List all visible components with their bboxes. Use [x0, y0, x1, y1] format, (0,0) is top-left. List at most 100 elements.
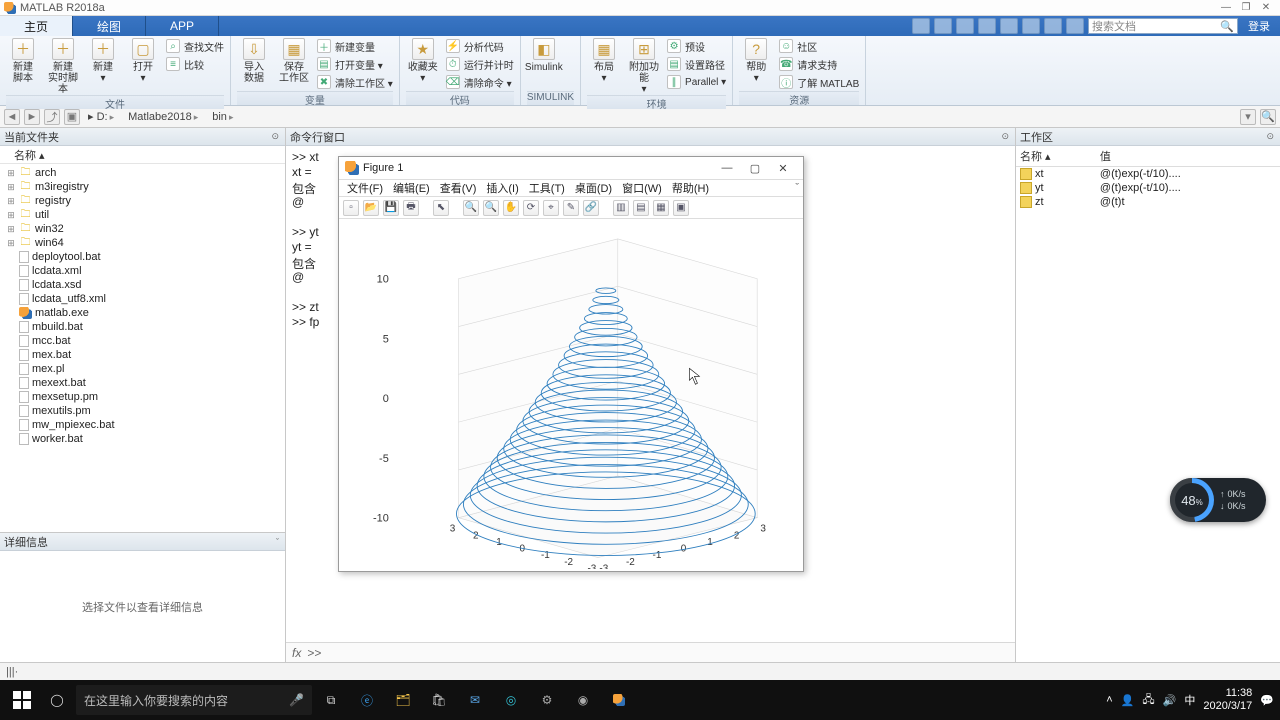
- addr-search-button[interactable]: 🔍: [1260, 109, 1276, 125]
- figure-menu-item-7[interactable]: 帮助(H): [668, 180, 713, 196]
- figure-max-button[interactable]: ▢: [741, 162, 769, 175]
- expand-icon[interactable]: ⊞: [6, 196, 16, 207]
- nav-browse-button[interactable]: ▣: [64, 109, 80, 125]
- obs-icon[interactable]: ◉: [566, 684, 600, 716]
- mic-icon[interactable]: 🎤: [289, 693, 304, 707]
- ribbon-big-3-0[interactable]: ◧Simulink: [527, 38, 561, 73]
- ribbon-small-5-1[interactable]: ☎请求支持: [779, 56, 859, 72]
- ribbon-big-0-2[interactable]: ＋新建▾: [86, 38, 120, 84]
- figure-axes[interactable]: 1050-5-103-32-21-100-11-22-33: [339, 219, 803, 571]
- taskbar-search-input[interactable]: 在这里输入你要搜索的内容 🎤: [76, 685, 312, 715]
- search-docs-input[interactable]: 搜索文档 🔍: [1088, 18, 1238, 34]
- workspace-row[interactable]: zt@(t)t: [1016, 195, 1280, 209]
- addr-dropdown-button[interactable]: ▾: [1240, 109, 1256, 125]
- folder-row[interactable]: ⊞🗀registry: [2, 194, 283, 208]
- nav-fwd-button[interactable]: ►: [24, 109, 40, 125]
- details-collapse-icon[interactable]: ˇ: [274, 537, 281, 547]
- command-prompt-row[interactable]: fx >>: [286, 642, 1015, 662]
- ribbon-big-5-0[interactable]: ?帮助▾: [739, 38, 773, 84]
- expand-icon[interactable]: ⊞: [6, 238, 16, 249]
- link-icon[interactable]: 🔗: [583, 200, 599, 216]
- login-button[interactable]: 登录: [1242, 18, 1276, 34]
- figure-min-button[interactable]: —: [713, 162, 741, 174]
- figure-window[interactable]: Figure 1 — ▢ ✕ 文件(F)编辑(E)查看(V)插入(I)工具(T)…: [338, 156, 804, 572]
- figure-menu-item-5[interactable]: 桌面(D): [571, 180, 616, 196]
- ws-col-value[interactable]: 值: [1096, 146, 1280, 167]
- file-row[interactable]: lcdata.xsd: [2, 278, 283, 292]
- breadcrumb-part-0[interactable]: Matlabe2018: [124, 111, 204, 123]
- file-row[interactable]: matlab.exe: [2, 306, 283, 320]
- file-row[interactable]: lcdata.xml: [2, 264, 283, 278]
- taskview-icon[interactable]: ⧉: [314, 684, 348, 716]
- folder-row[interactable]: ⊞🗀win32: [2, 222, 283, 236]
- folder-row[interactable]: ⊞🗀arch: [2, 166, 283, 180]
- file-row[interactable]: mex.pl: [2, 362, 283, 376]
- file-row[interactable]: mw_mpiexec.bat: [2, 418, 283, 432]
- figure-menu-item-3[interactable]: 插入(I): [482, 180, 522, 196]
- ribbon-small-1-0[interactable]: ＋新建变量: [317, 38, 393, 54]
- panel-menu-icon[interactable]: ⊙: [269, 131, 281, 142]
- tray-ime-icon[interactable]: 中: [1184, 692, 1195, 708]
- cmd-menu-icon[interactable]: ⊙: [999, 131, 1011, 142]
- figure-menu-more-icon[interactable]: ˇ: [795, 182, 799, 194]
- tray-people-icon[interactable]: 👤: [1121, 694, 1135, 707]
- ribbon-big-0-1[interactable]: ＋新建实时脚本: [46, 38, 80, 95]
- file-row[interactable]: lcdata_utf8.xml: [2, 292, 283, 306]
- save-icon[interactable]: 💾: [383, 200, 399, 216]
- tray-clock[interactable]: 11:38 2020/3/17: [1203, 687, 1252, 713]
- qat-dropdown-icon[interactable]: [1066, 18, 1084, 34]
- file-row[interactable]: mex.bat: [2, 348, 283, 362]
- ribbon-big-0-3[interactable]: ▢打开▾: [126, 38, 160, 84]
- legend-icon[interactable]: ▤: [633, 200, 649, 216]
- ribbon-small-4-1[interactable]: ▤设置路径: [667, 56, 726, 72]
- dock-icon[interactable]: ▣: [673, 200, 689, 216]
- expand-icon[interactable]: ⊞: [6, 210, 16, 221]
- ribbon-small-5-0[interactable]: ☺社区: [779, 38, 859, 54]
- qat-undo-icon[interactable]: [1000, 18, 1018, 34]
- pointer-icon[interactable]: ⬉: [433, 200, 449, 216]
- ribbon-small-2-1[interactable]: ⏱运行并计时: [446, 56, 514, 72]
- figure-menu-item-6[interactable]: 窗口(W): [618, 180, 666, 196]
- workspace-table[interactable]: 名称 ▴ 值 xt@(t)exp(-t/10)....yt@(t)exp(-t/…: [1016, 146, 1280, 209]
- start-button[interactable]: [6, 684, 38, 716]
- file-row[interactable]: deploytool.bat: [2, 250, 283, 264]
- folder-row[interactable]: ⊞🗀util: [2, 208, 283, 222]
- figure-titlebar[interactable]: Figure 1 — ▢ ✕: [339, 157, 803, 179]
- ribbon-small-4-0[interactable]: ⚙预设: [667, 38, 726, 54]
- ribbon-big-4-0[interactable]: ▦布局▾: [587, 38, 621, 84]
- mail-icon[interactable]: ✉: [458, 684, 492, 716]
- open-icon[interactable]: 📂: [363, 200, 379, 216]
- explorer-icon[interactable]: 🗂: [386, 684, 420, 716]
- tab-home[interactable]: 主页: [0, 16, 73, 36]
- qat-cut-icon[interactable]: [934, 18, 952, 34]
- ribbon-small-0-1[interactable]: ≡比较: [166, 56, 224, 72]
- file-row[interactable]: mexsetup.pm: [2, 390, 283, 404]
- ribbon-big-1-0[interactable]: ⇩导入数据: [237, 38, 271, 84]
- max-button[interactable]: ❐: [1236, 2, 1256, 13]
- close-button[interactable]: ✕: [1256, 2, 1276, 13]
- figure-menu-item-0[interactable]: 文件(F): [343, 180, 387, 196]
- qat-paste-icon[interactable]: [978, 18, 996, 34]
- tab-plots[interactable]: 绘图: [73, 16, 146, 36]
- nav-back-button[interactable]: ◄: [4, 109, 20, 125]
- subplot-icon[interactable]: ▦: [653, 200, 669, 216]
- tray-network-icon[interactable]: 🖧: [1142, 691, 1154, 710]
- filetree-columns[interactable]: 名称 ▴: [0, 146, 285, 164]
- store-icon[interactable]: 🛍: [422, 684, 456, 716]
- ribbon-big-4-1[interactable]: ⊞附加功能▾: [627, 38, 661, 95]
- search-icon[interactable]: 🔍: [1220, 20, 1234, 33]
- datacursor-icon[interactable]: ⌖: [543, 200, 559, 216]
- new-icon[interactable]: ▫: [343, 200, 359, 216]
- ribbon-small-4-2[interactable]: ∥Parallel ▾: [667, 74, 726, 90]
- nav-up-button[interactable]: ⤴: [44, 109, 60, 125]
- ribbon-small-1-2[interactable]: ✖清除工作区 ▾: [317, 74, 393, 90]
- ribbon-small-2-2[interactable]: ⌫清除命令 ▾: [446, 74, 514, 90]
- min-button[interactable]: —: [1216, 2, 1236, 13]
- qat-save-icon[interactable]: [912, 18, 930, 34]
- folder-row[interactable]: ⊞🗀m3iregistry: [2, 180, 283, 194]
- rotate3d-icon[interactable]: ⟳: [523, 200, 539, 216]
- ws-col-name[interactable]: 名称 ▴: [1016, 146, 1096, 167]
- figure-close-button[interactable]: ✕: [769, 162, 797, 175]
- file-row[interactable]: worker.bat: [2, 432, 283, 446]
- workspace-row[interactable]: xt@(t)exp(-t/10)....: [1016, 167, 1280, 182]
